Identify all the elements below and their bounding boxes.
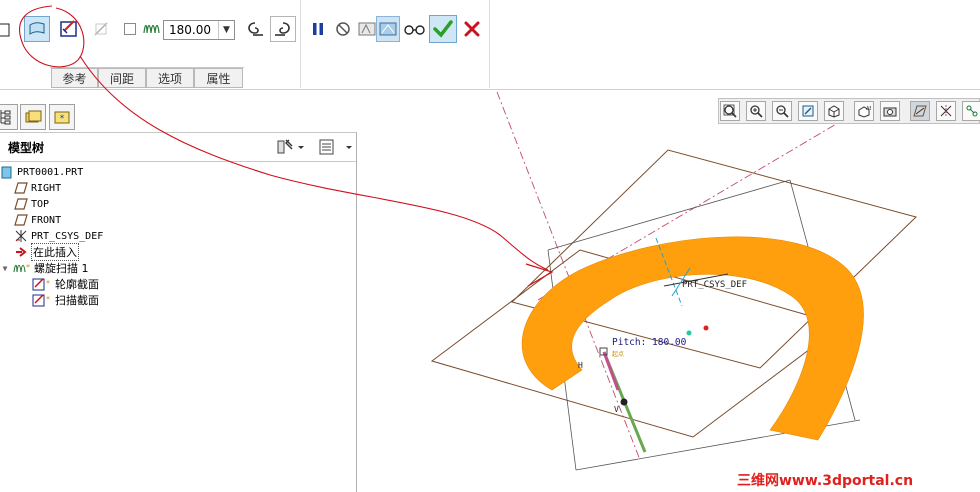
sketch-section-icon[interactable] [56, 16, 82, 42]
sketch-icon: * [32, 293, 52, 307]
remove-material-icon[interactable] [88, 16, 114, 42]
toolbar-separator [489, 0, 490, 88]
datum-point [686, 330, 692, 336]
pitch-value: 180.00 [169, 23, 211, 37]
tab-options[interactable]: 选项 [146, 68, 194, 88]
favorites-icon: * [54, 111, 70, 124]
datum-axis-display-icon[interactable] [936, 101, 956, 121]
folder-icon [25, 110, 42, 123]
verify-mode-icon[interactable] [402, 16, 428, 42]
thicken-checkbox[interactable] [124, 23, 136, 35]
solid-icon[interactable] [0, 17, 16, 43]
no-preview-icon[interactable] [330, 16, 356, 42]
datum-plane-display-icon[interactable] [910, 101, 930, 121]
refit-icon[interactable] [720, 101, 740, 121]
svg-text:*: * [46, 295, 50, 304]
svg-text:AB: AB [866, 106, 871, 112]
tree-header-divider [0, 161, 356, 162]
close-icon [464, 21, 480, 37]
tree-item-top[interactable]: TOP [14, 196, 49, 212]
datum-plane-icon [14, 181, 28, 195]
tree-icon [0, 110, 11, 125]
confirm-button[interactable] [429, 15, 457, 43]
navigator-tabs: * [0, 104, 82, 132]
tree-item-helical-sweep[interactable]: ▼ * 螺旋扫描 1 [0, 260, 89, 276]
axis-h-label: H [578, 361, 583, 370]
csys-icon [14, 229, 28, 243]
tree-item-insert-here[interactable]: 在此插入 [14, 243, 79, 261]
left-handed-icon[interactable] [242, 16, 268, 42]
datum-plane-icon [14, 213, 28, 227]
view-toolbar: AB [718, 98, 980, 124]
tree-item-front[interactable]: FRONT [14, 212, 61, 228]
display-style-icon[interactable] [824, 101, 844, 121]
check-icon [433, 20, 453, 38]
origin-point [620, 398, 628, 406]
expand-arrow-icon[interactable]: ▼ [0, 261, 10, 275]
insert-arrow-icon [14, 245, 28, 259]
surface-icon[interactable] [24, 16, 50, 42]
tree-item-sweep-section[interactable]: * 扫描截面 [32, 292, 99, 308]
start-label: 起点 [612, 350, 624, 358]
repaint-icon[interactable] [798, 101, 818, 121]
helical-sweep-icon: * [13, 261, 31, 275]
tree-item-profile-section[interactable]: * 轮廓截面 [32, 276, 99, 292]
datum-point-display-icon[interactable] [962, 101, 980, 121]
zoom-out-icon[interactable] [772, 101, 792, 121]
model-tree-title: 模型树 [8, 141, 45, 155]
zoom-in-icon[interactable] [746, 101, 766, 121]
tab-references[interactable]: 参考 [51, 68, 98, 88]
pitch-label[interactable]: Pitch: 180.00 [612, 337, 687, 348]
pitch-input[interactable]: 180.00 ▼ [163, 20, 235, 40]
tab-folder-browser[interactable] [20, 104, 46, 130]
geometry-preview-icon[interactable] [376, 16, 400, 42]
tab-model-tree[interactable] [0, 104, 18, 130]
view-manager-icon[interactable] [880, 101, 900, 121]
svg-text:*: * [26, 263, 30, 272]
helical-sweep-surface[interactable] [521, 236, 864, 441]
svg-text:*: * [46, 279, 50, 288]
saved-views-icon[interactable]: AB [854, 101, 874, 121]
tree-item-csys[interactable]: PRT_CSYS_DEF [14, 228, 103, 244]
datum-point [703, 325, 709, 331]
chevron-down-icon[interactable]: ▼ [218, 21, 234, 39]
tree-show-icon[interactable] [318, 138, 354, 159]
tree-item-right[interactable]: RIGHT [14, 180, 61, 196]
tree-item-part[interactable]: PRT0001.PRT [0, 164, 83, 180]
pause-icon[interactable] [305, 16, 331, 42]
pitch-icon [143, 21, 161, 40]
tab-favorites[interactable]: * [49, 104, 75, 130]
axis-v-label: V [614, 405, 619, 414]
toolbar-separator [300, 0, 301, 88]
datum-plane-icon [14, 197, 28, 211]
dashboard: 180.00 ▼ 参考 间距 选项 属性 [0, 0, 980, 90]
graphics-window[interactable]: PRT_CSYS_DEF Pitch: 180.00 起点 H V [358, 90, 980, 492]
csys-label: PRT_CSYS_DEF [682, 280, 747, 290]
sketch-icon: * [32, 277, 52, 291]
part-icon [0, 165, 14, 179]
tab-properties[interactable]: 属性 [194, 68, 243, 88]
cancel-button[interactable] [459, 16, 485, 42]
right-handed-icon[interactable] [270, 16, 296, 42]
tab-pitch[interactable]: 间距 [98, 68, 146, 88]
svg-text:*: * [60, 114, 65, 124]
tree-settings-icon[interactable] [276, 138, 304, 159]
model-tree-panel: 模型树 PRT0001.PRT RIGHT TOP FRONT PRT_CSYS… [0, 132, 357, 492]
watermark: 三维网www.3dportal.cn [737, 473, 914, 489]
